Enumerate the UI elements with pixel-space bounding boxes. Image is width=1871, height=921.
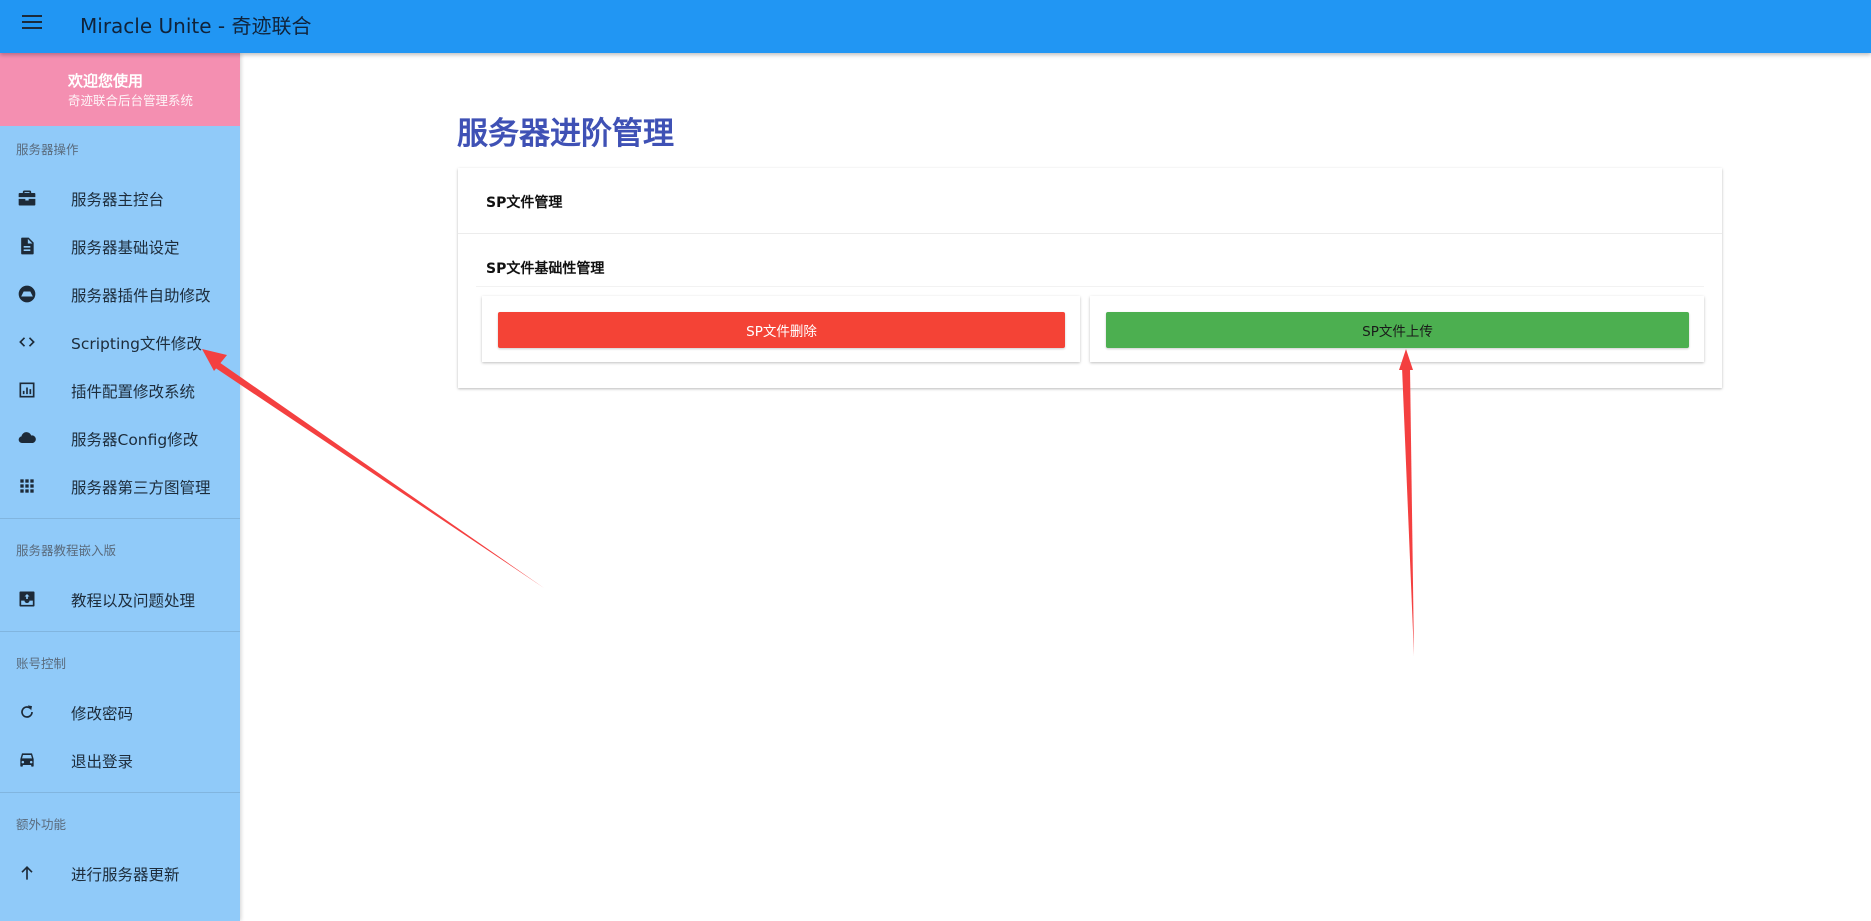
card-divider [458,233,1722,234]
sidebar-item-label: 服务器插件自助修改 [71,287,211,305]
arrow-up-icon [21,865,33,880]
sidebar-item-label: 插件配置修改系统 [71,383,196,401]
car-icon [20,753,34,767]
code-icon [19,337,35,347]
menu-icon[interactable] [20,12,44,32]
welcome-text: 欢迎您使用 [68,72,144,90]
sidebar-item-label: 修改密码 [71,705,134,723]
sidebar-item-label: 服务器第三方图管理 [71,479,211,497]
chart-box-icon [19,382,35,398]
sidebar-item-label: Scripting文件修改 [71,335,202,353]
sidebar-item-label: 教程以及问题处理 [71,592,196,610]
section-header-extras: 额外功能 [16,817,67,832]
document-icon [21,237,34,255]
sidebar-item-plugin-config[interactable]: 插件配置修改系统 [0,366,240,414]
section-header-server-ops: 服务器操作 [16,142,79,157]
sidebar-item-console[interactable]: 服务器主控台 [0,174,240,222]
annotation-arrow-upload [1399,349,1414,656]
drawer-divider [0,631,240,632]
drawer-divider [0,792,240,793]
section-title: SP文件基础性管理 [486,261,605,277]
sidebar-item-scripting[interactable]: Scripting文件修改 [0,318,240,366]
sidebar-item-plugin-edit[interactable]: 服务器插件自助修改 [0,270,240,318]
cloud-icon [18,432,36,444]
sidebar-item-label: 服务器Config修改 [71,431,199,449]
page-title: 服务器进阶管理 [457,116,674,152]
sidebar-item-label: 服务器基础设定 [71,239,180,257]
sidebar-item-label: 服务器主控台 [71,191,165,209]
section-header-tutorials: 服务器教程嵌入版 [16,543,117,558]
sp-file-upload-button[interactable]: SP文件上传 [1106,312,1689,348]
briefcase-icon [18,190,36,206]
drawer-divider [0,518,240,519]
sidebar-item-tutorials[interactable]: 教程以及问题处理 [0,575,240,623]
section-divider [476,286,1704,287]
sidebar-item-label: 进行服务器更新 [71,866,180,884]
app-bar: Miracle Unite - 奇迹联合 [0,0,1871,53]
sidebar-item-change-password[interactable]: 修改密码 [0,688,240,736]
welcome-subtitle: 奇迹联合后台管理系统 [68,93,194,108]
sidebar-item-label: 退出登录 [71,753,134,771]
section-header-account: 账号控制 [16,656,67,671]
sidebar-item-third-party-maps[interactable]: 服务器第三方图管理 [0,462,240,510]
inbox-icon [19,591,35,607]
drive-icon [18,285,36,303]
sp-file-card: SP文件管理 SP文件基础性管理 SP文件删除 SP文件上传 [458,168,1722,388]
refresh-icon [21,705,33,718]
app-title: Miracle Unite - 奇迹联合 [80,14,312,38]
drawer-header: 欢迎您使用 奇迹联合后台管理系统 [0,53,240,126]
sidebar-item-basic-settings[interactable]: 服务器基础设定 [0,222,240,270]
navigation-drawer: 欢迎您使用 奇迹联合后台管理系统 服务器操作 服务器主控台 服务器基础设定 服务… [0,53,240,921]
delete-panel: SP文件删除 [482,296,1080,362]
upload-panel: SP文件上传 [1090,296,1704,362]
sp-file-delete-button[interactable]: SP文件删除 [498,312,1065,348]
sidebar-item-logout[interactable]: 退出登录 [0,736,240,784]
sidebar-item-config[interactable]: 服务器Config修改 [0,414,240,462]
annotation-arrows [202,349,1414,656]
apps-grid-icon [20,479,34,493]
sidebar-item-server-update[interactable]: 进行服务器更新 [0,849,240,897]
card-title: SP文件管理 [486,195,563,211]
